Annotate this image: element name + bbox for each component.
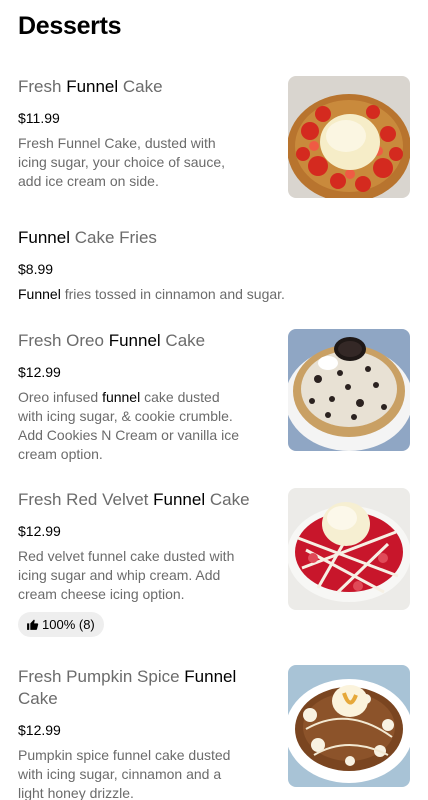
menu-item-fresh-pumpkin-spice-funnel-cake[interactable]: Fresh Pumpkin Spice Funnel Cake $12.99 P… [0, 664, 428, 800]
menu-item-fresh-funnel-cake[interactable]: Fresh Funnel Cake $11.99 Fresh Funnel Ca… [0, 74, 428, 204]
menu-item-fresh-oreo-funnel-cake[interactable]: Fresh Oreo Funnel Cake $12.99 Oreo infus… [0, 328, 428, 468]
item-name: Fresh Pumpkin Spice Funnel Cake [18, 667, 237, 708]
item-description: Pumpkin spice funnel cake dusted with ic… [18, 747, 231, 800]
thumbs-up-icon [27, 619, 39, 630]
item-price: $12.99 [18, 523, 61, 539]
rating-badge: 100% (8) [18, 612, 104, 637]
item-price: $12.99 [18, 364, 61, 380]
item-price: $11.99 [18, 110, 60, 126]
item-image [288, 488, 410, 610]
item-price: $12.99 [18, 722, 61, 738]
item-name: Fresh Oreo Funnel Cake [18, 331, 206, 350]
item-image [288, 665, 410, 787]
item-name: Fresh Funnel Cake [18, 77, 163, 96]
item-name: Fresh Red Velvet Funnel Cake [18, 490, 250, 509]
item-image [288, 76, 410, 198]
item-description: Oreo infused funnel cake dusted with ici… [18, 389, 239, 462]
page-title: Desserts [18, 12, 122, 40]
item-image [288, 329, 410, 451]
item-name: Funnel Cake Fries [18, 228, 157, 247]
menu-item-funnel-cake-fries[interactable]: Funnel Cake Fries $8.99 Funnel fries tos… [0, 225, 428, 305]
item-price: $8.99 [18, 261, 54, 277]
item-description: Funnel fries tossed in cinnamon and suga… [18, 286, 285, 302]
item-description: Red velvet funnel cake dusted with icing… [18, 548, 235, 602]
item-description: Fresh Funnel Cake, dusted with icing sug… [18, 135, 226, 189]
menu-item-fresh-red-velvet-funnel-cake[interactable]: Fresh Red Velvet Funnel Cake $12.99 Red … [0, 487, 428, 647]
